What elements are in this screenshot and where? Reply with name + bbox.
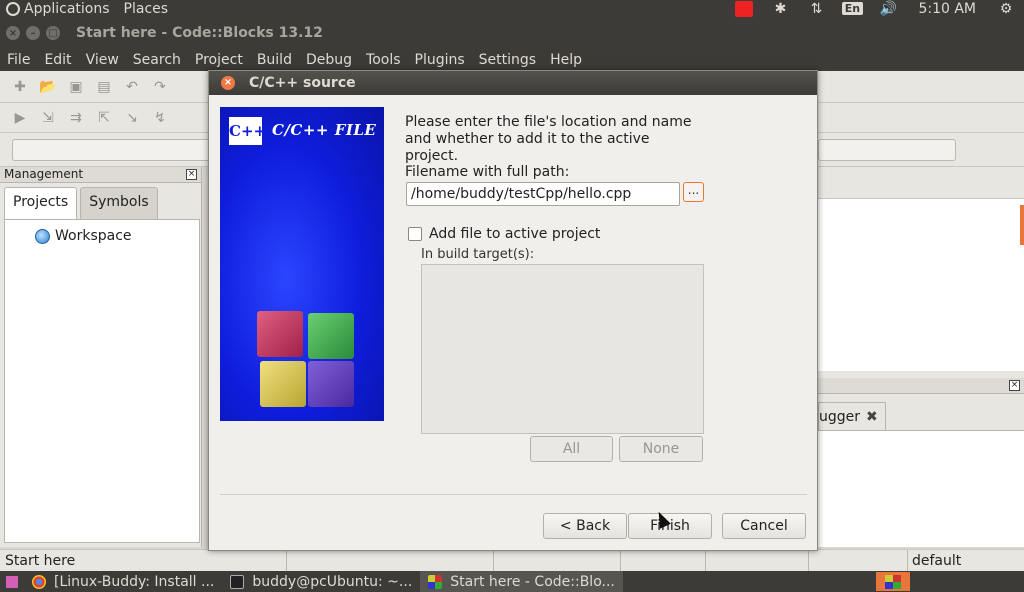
dialog-separator xyxy=(220,494,807,495)
back-button[interactable]: < Back xyxy=(543,513,627,539)
taskbar: [Linux-Buddy: Install ... buddy@pcUbuntu… xyxy=(0,571,1024,592)
task-terminal[interactable]: buddy@pcUbuntu: ~... xyxy=(222,571,420,592)
editor-scrollbar[interactable] xyxy=(1020,205,1024,245)
menu-search[interactable]: Search xyxy=(126,52,188,68)
codeblocks-cube-icon xyxy=(257,311,303,357)
function-combo[interactable] xyxy=(818,139,956,161)
menu-build[interactable]: Build xyxy=(250,52,299,68)
close-tab-icon[interactable]: ✖ xyxy=(866,409,878,425)
new-file-icon[interactable]: ✚ xyxy=(11,78,29,96)
browse-button[interactable]: ... xyxy=(683,182,704,202)
management-tabs: Projects Symbols xyxy=(0,183,201,219)
codeblocks-cube-icon xyxy=(308,313,354,359)
wizard-banner: C++ C/C++ FILE xyxy=(220,107,384,421)
codeblocks-cube-icon xyxy=(308,361,354,407)
tab-debugger[interactable]: ugger ✖ xyxy=(818,402,886,430)
system-tray: ✱ ⇅ En 🔊 5:10 AM ⚙ xyxy=(726,0,1024,17)
filename-label: Filename with full path: xyxy=(405,164,570,180)
dialog-close-icon[interactable]: × xyxy=(221,76,235,90)
finish-button[interactable]: Finish xyxy=(628,513,712,539)
open-file-icon[interactable]: 📂 xyxy=(39,78,57,96)
show-desktop-icon[interactable] xyxy=(6,575,18,588)
dialog-description: Please enter the file's location and nam… xyxy=(405,114,692,164)
cpp-logo-icon: C++ xyxy=(229,117,266,145)
banner-title: C/C++ FILE xyxy=(272,121,377,139)
workspace-label: Workspace xyxy=(55,228,132,244)
workspace-icon xyxy=(35,228,50,244)
tree-item-workspace[interactable]: Workspace xyxy=(35,228,132,244)
logs-header: × xyxy=(818,378,1024,394)
filename-input[interactable] xyxy=(406,182,680,206)
keyboard-layout-indicator[interactable]: En xyxy=(834,0,870,17)
window-minimize-icon[interactable]: – xyxy=(26,26,40,40)
management-title: Management × xyxy=(0,167,201,183)
build-targets-label: In build target(s): xyxy=(421,247,535,262)
dialog-titlebar: × C/C++ source xyxy=(209,71,817,95)
select-none-button[interactable]: None xyxy=(619,436,703,462)
add-to-project-row[interactable]: Add file to active project xyxy=(408,226,600,242)
menu-view[interactable]: View xyxy=(79,52,126,68)
status-profile: default xyxy=(912,553,962,569)
record-indicator-icon[interactable] xyxy=(726,0,762,17)
menu-tools[interactable]: Tools xyxy=(359,52,408,68)
menu-debug[interactable]: Debug xyxy=(299,52,359,68)
menu-edit[interactable]: Edit xyxy=(37,52,78,68)
scope-combo[interactable] xyxy=(12,139,212,161)
status-text: Start here xyxy=(5,553,76,569)
tab-projects[interactable]: Projects xyxy=(4,187,78,219)
tab-symbols[interactable]: Symbols xyxy=(80,187,158,219)
redo-icon[interactable]: ↷ xyxy=(151,78,169,96)
editor-pane[interactable] xyxy=(818,198,1024,371)
next-instruction-icon[interactable]: ↘ xyxy=(123,109,141,127)
close-icon[interactable]: × xyxy=(1009,380,1020,391)
save-icon[interactable]: ▣ xyxy=(67,78,85,96)
window-close-icon[interactable]: × xyxy=(6,26,20,40)
codeblocks-tray-icon[interactable] xyxy=(876,572,910,591)
statusbar: Start here default xyxy=(0,549,1024,572)
clock[interactable]: 5:10 AM xyxy=(906,1,988,17)
close-icon[interactable]: × xyxy=(186,169,197,180)
step-into-icon[interactable]: ⇲ xyxy=(39,109,57,127)
chrome-icon xyxy=(32,574,46,589)
menu-project[interactable]: Project xyxy=(188,52,250,68)
run-icon[interactable]: ▶ xyxy=(11,109,29,127)
break-icon[interactable]: ↯ xyxy=(151,109,169,127)
codeblocks-icon xyxy=(428,574,443,589)
volume-icon[interactable]: 🔊 xyxy=(870,0,906,17)
management-panel: Management × Projects Symbols Workspace xyxy=(0,167,202,547)
logs-body xyxy=(818,430,1024,547)
window-title: Start here - Code::Blocks 13.12 xyxy=(76,25,323,41)
step-out-icon[interactable]: ⇱ xyxy=(95,109,113,127)
menu-help[interactable]: Help xyxy=(543,52,589,68)
task-browser[interactable]: [Linux-Buddy: Install ... xyxy=(24,571,222,592)
terminal-icon xyxy=(230,574,245,589)
menu-settings[interactable]: Settings xyxy=(472,52,543,68)
window-maximize-icon[interactable]: □ xyxy=(46,26,60,40)
task-codeblocks[interactable]: Start here - Code::Blo... xyxy=(420,571,623,592)
build-targets-list[interactable] xyxy=(421,264,704,434)
cancel-button[interactable]: Cancel xyxy=(722,513,806,539)
applications-menu[interactable]: Applications xyxy=(24,1,110,17)
menu-file[interactable]: File xyxy=(0,52,37,68)
add-to-project-checkbox[interactable] xyxy=(408,227,422,241)
network-icon[interactable]: ⇅ xyxy=(798,0,834,17)
gear-icon[interactable]: ⚙ xyxy=(988,0,1024,17)
bluetooth-icon[interactable]: ✱ xyxy=(762,0,798,17)
top-panel: Applications Places ✱ ⇅ En 🔊 5:10 AM ⚙ xyxy=(0,0,1024,17)
step-over-icon[interactable]: ⇉ xyxy=(67,109,85,127)
menubar: File Edit View Search Project Build Debu… xyxy=(0,49,1024,71)
codeblocks-cube-icon xyxy=(260,361,306,407)
select-all-button[interactable]: All xyxy=(530,436,613,462)
cpp-source-dialog: × C/C++ source C++ C/C++ FILE Please ent… xyxy=(208,70,818,551)
ubuntu-logo-icon[interactable] xyxy=(6,1,20,16)
project-tree: Workspace xyxy=(4,219,200,543)
add-to-project-label: Add file to active project xyxy=(429,226,601,242)
menu-plugins[interactable]: Plugins xyxy=(408,52,472,68)
main-window-titlebar: × – □ Start here - Code::Blocks 13.12 xyxy=(0,17,1024,49)
undo-icon[interactable]: ↶ xyxy=(123,78,141,96)
places-menu[interactable]: Places xyxy=(124,1,169,17)
save-all-icon[interactable]: ▤ xyxy=(95,78,113,96)
dialog-title: C/C++ source xyxy=(249,75,356,91)
